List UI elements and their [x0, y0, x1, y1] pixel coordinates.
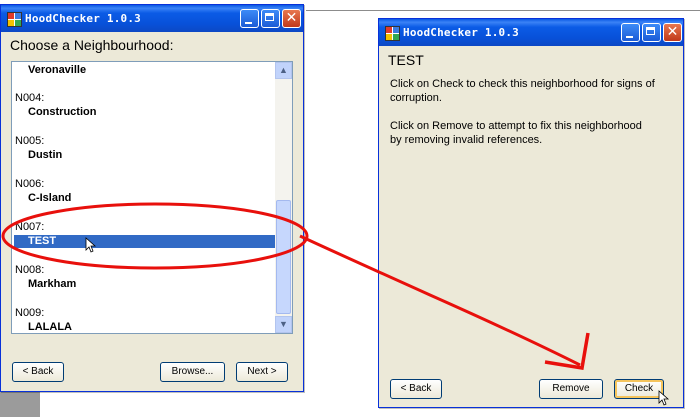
list-item-name[interactable]: Veronaville: [28, 64, 86, 76]
scroll-down-icon[interactable]: ▼: [275, 316, 292, 333]
remove-description-line1: Click on Remove to attempt to fix this n…: [390, 120, 642, 132]
close-icon: ✕: [666, 24, 679, 40]
list-item-code[interactable]: N006:: [15, 178, 44, 190]
minimize-icon: [245, 22, 252, 24]
window-title: HoodChecker 1.0.3: [25, 12, 141, 25]
left-titlebar[interactable]: HoodChecker 1.0.3 ✕: [1, 5, 303, 32]
list-item-name[interactable]: Construction: [28, 106, 96, 118]
maximize-button[interactable]: [261, 9, 280, 28]
maximize-icon: [265, 13, 274, 21]
page-heading: Choose a Neighbourhood:: [10, 37, 174, 53]
next-button[interactable]: Next >: [236, 362, 288, 382]
left-window: HoodChecker 1.0.3 ✕ Choose a Neighbourho…: [0, 4, 304, 392]
list-item-code[interactable]: N007:: [15, 221, 44, 233]
list-item-code[interactable]: N008:: [15, 264, 44, 276]
close-icon: ✕: [285, 10, 298, 26]
back-button[interactable]: < Back: [390, 379, 442, 399]
app-icon: [385, 26, 400, 41]
screenshot-canvas: HoodChecker 1.0.3 ✕ Choose a Neighbourho…: [0, 0, 700, 417]
neighbourhood-heading: TEST: [388, 52, 424, 68]
desktop-strip: [0, 392, 40, 417]
maximize-icon: [646, 27, 655, 35]
list-item-code[interactable]: N009:: [15, 307, 44, 319]
close-button[interactable]: ✕: [282, 9, 301, 28]
list-item-name[interactable]: C-Island: [28, 192, 71, 204]
check-description-line2: corruption.: [390, 92, 442, 104]
list-item-code[interactable]: N004:: [15, 92, 44, 104]
app-icon: [7, 12, 22, 27]
back-button[interactable]: < Back: [12, 362, 64, 382]
maximize-button[interactable]: [642, 23, 661, 42]
minimize-button[interactable]: [621, 23, 640, 42]
check-button[interactable]: Check: [614, 379, 664, 399]
list-item-name[interactable]: LALALA: [28, 321, 72, 333]
list-item-name[interactable]: Dustin: [28, 149, 62, 161]
scrollbar-thumb[interactable]: [276, 200, 291, 314]
list-item-name[interactable]: Markham: [28, 278, 76, 290]
neighbourhood-list[interactable]: Veronaville N004: Construction N005: Dus…: [11, 61, 293, 334]
browse-button[interactable]: Browse...: [160, 362, 225, 382]
list-item-selected[interactable]: TEST: [28, 235, 56, 247]
remove-description-line2: by removing invalid references.: [390, 134, 543, 146]
list-item-code[interactable]: N005:: [15, 135, 44, 147]
scroll-up-icon[interactable]: ▲: [275, 62, 292, 79]
divider-line: [306, 10, 700, 11]
list-scrollbar[interactable]: ▲ ▼: [275, 62, 292, 333]
close-button[interactable]: ✕: [663, 23, 682, 42]
right-window: HoodChecker 1.0.3 ✕ TEST Click on Check …: [378, 18, 684, 408]
remove-button[interactable]: Remove: [539, 379, 603, 399]
minimize-button[interactable]: [240, 9, 259, 28]
right-titlebar[interactable]: HoodChecker 1.0.3 ✕: [379, 19, 683, 46]
window-title: HoodChecker 1.0.3: [403, 26, 519, 39]
check-description-line1: Click on Check to check this neighborhoo…: [390, 78, 655, 90]
minimize-icon: [626, 36, 633, 38]
